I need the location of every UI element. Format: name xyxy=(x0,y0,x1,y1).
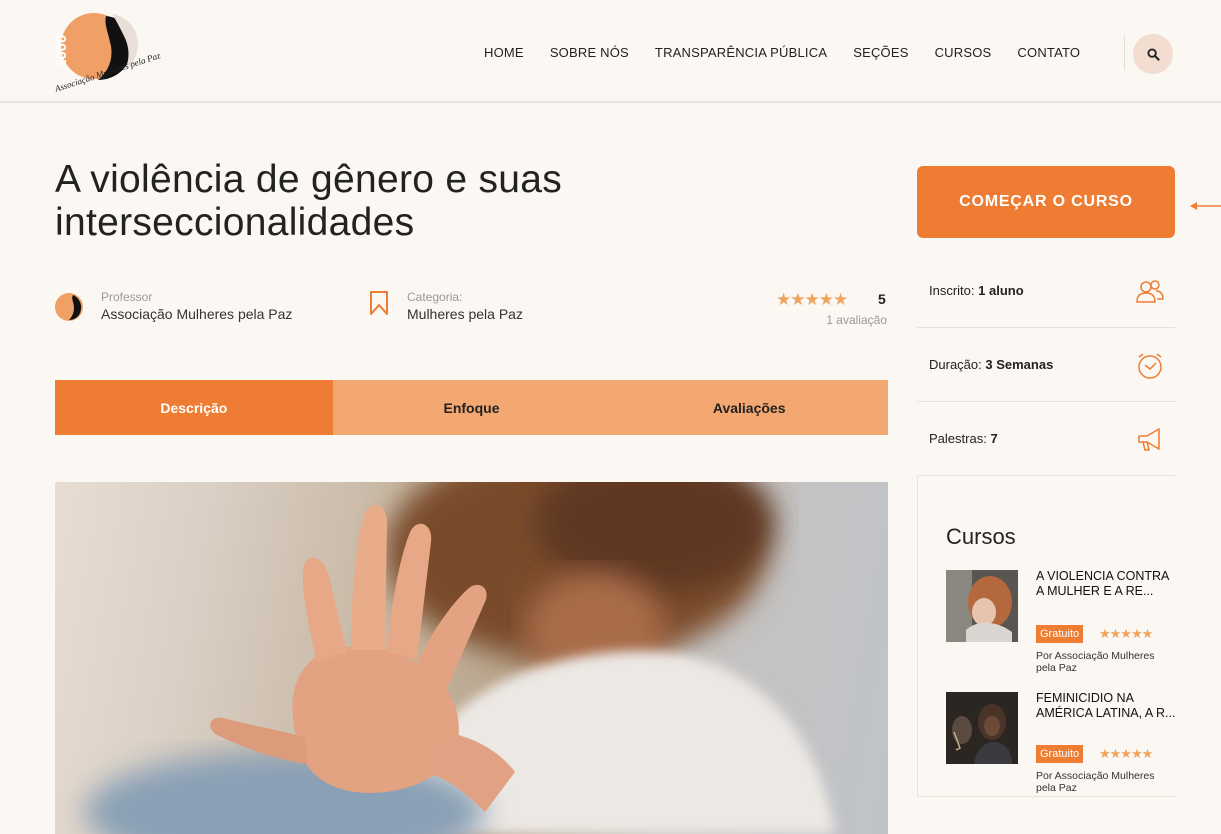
enrolled-label: Inscrito: xyxy=(929,283,975,298)
association-logo[interactable]: 1000 Associação Mulheres pela Paz xyxy=(54,8,166,96)
users-icon xyxy=(1136,280,1164,303)
course-title-link[interactable]: FEMINICIDIO NA AMÉRICA LATINA, A R... xyxy=(1036,691,1176,721)
course-thumbnail-image xyxy=(946,570,1018,642)
category-name[interactable]: Mulheres pela Paz xyxy=(407,306,523,322)
main-nav: HOME SOBRE NÓS TRANSPARÊNCIA PÚBLICA SEÇ… xyxy=(484,45,1106,60)
rating-value: 5 xyxy=(878,291,886,307)
tab-descricao[interactable]: Descrição xyxy=(55,380,333,435)
courses-widget-title: Cursos xyxy=(946,524,1016,549)
hero-illustration xyxy=(85,482,835,834)
course-tabs: Descrição Enfoque Avaliações xyxy=(55,380,889,435)
course-author: Por Associação Mulheres pela Paz xyxy=(1036,650,1155,674)
info-enrolled: Inscrito: 1 aluno xyxy=(917,254,1175,328)
site-header: 1000 Associação Mulheres pela Paz HOME S… xyxy=(0,0,1221,103)
rating-count: 1 avaliação xyxy=(826,313,887,327)
nav-divider xyxy=(1124,36,1125,70)
course-title-line-1: A violência de gênero e suas xyxy=(55,158,563,201)
course-rating-stars: ★★★★★ xyxy=(1099,746,1153,761)
professor-name[interactable]: Associação Mulheres pela Paz xyxy=(101,306,292,322)
professor-label: Professor xyxy=(101,290,153,304)
search-button[interactable] xyxy=(1133,34,1173,74)
free-badge: Gratuito xyxy=(1036,745,1084,763)
nav-transparencia[interactable]: TRANSPARÊNCIA PÚBLICA xyxy=(655,45,827,60)
nav-contato[interactable]: CONTATO xyxy=(1017,45,1080,60)
course-title-line-2: interseccionalidades xyxy=(55,201,415,244)
nav-cursos[interactable]: CURSOS xyxy=(935,45,992,60)
course-thumbnail[interactable] xyxy=(946,692,1018,764)
start-course-button[interactable]: COMEÇAR O CURSO xyxy=(917,166,1175,238)
enrolled-value: 1 aluno xyxy=(978,283,1024,298)
svg-text:1000: 1000 xyxy=(54,35,70,68)
bookmark-icon xyxy=(370,291,388,315)
course-author: Por Associação Mulheres pela Paz xyxy=(1036,770,1155,794)
rating-stars: ★★★★★ xyxy=(776,290,848,309)
lectures-value: 7 xyxy=(990,431,998,446)
course-title: A violência de gênero e suas interseccio… xyxy=(55,158,815,244)
tab-avaliacoes[interactable]: Avaliações xyxy=(610,380,889,435)
course-thumbnail[interactable] xyxy=(946,570,1018,642)
course-hero-image xyxy=(55,482,888,834)
nav-sobre-nos[interactable]: SOBRE NÓS xyxy=(550,45,629,60)
info-lectures: Palestras: 7 xyxy=(917,402,1175,476)
lectures-label: Palestras: xyxy=(929,431,987,446)
course-rating-stars: ★★★★★ xyxy=(1099,626,1153,641)
arrow-left-icon xyxy=(1190,202,1221,210)
tab-enfoque[interactable]: Enfoque xyxy=(332,380,611,435)
professor-avatar[interactable] xyxy=(54,292,84,322)
free-badge: Gratuito xyxy=(1036,625,1084,643)
category-label: Categoria: xyxy=(407,290,463,304)
duration-value: 3 Semanas xyxy=(985,357,1054,372)
megaphone-icon xyxy=(1138,428,1160,451)
duration-label: Duração: xyxy=(929,357,982,372)
search-icon xyxy=(1146,47,1160,61)
info-duration: Duração: 3 Semanas xyxy=(917,328,1175,402)
nav-secoes[interactable]: SEÇÕES xyxy=(853,45,908,60)
course-title-link[interactable]: A VIOLENCIA CONTRA A MULHER E A RE... xyxy=(1036,569,1176,599)
nav-home[interactable]: HOME xyxy=(484,45,524,60)
course-thumbnail-image xyxy=(946,692,1018,764)
clock-icon xyxy=(1138,353,1162,379)
